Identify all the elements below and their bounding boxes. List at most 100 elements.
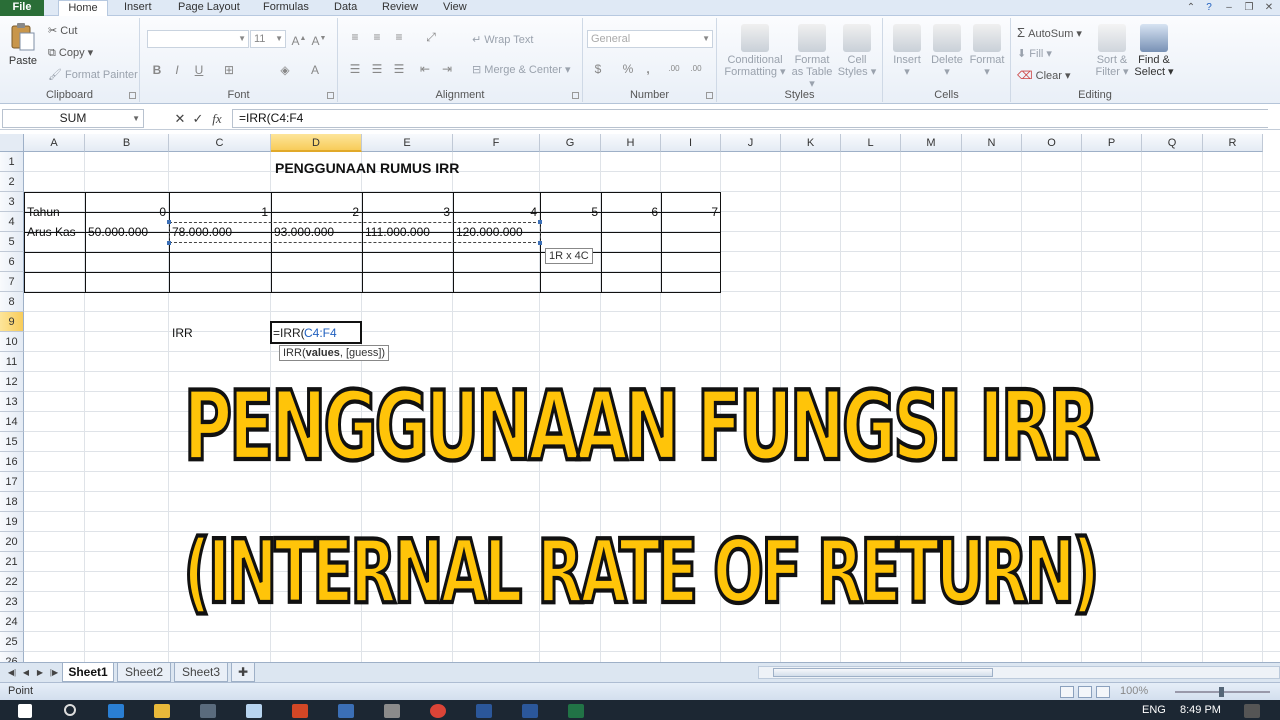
minimize-ribbon-icon[interactable]: ⌃: [1184, 1, 1198, 14]
first-sheet-icon[interactable]: ◀|: [6, 666, 18, 680]
app-icon[interactable]: [246, 704, 262, 718]
alignment-launcher-icon[interactable]: [572, 92, 579, 99]
store-icon[interactable]: [200, 704, 216, 718]
currency-button[interactable]: $: [589, 60, 607, 78]
windows-start-icon[interactable]: [18, 704, 32, 718]
column-header-c[interactable]: C: [169, 134, 271, 152]
wrap-text-button[interactable]: ↵ Wrap Text: [472, 34, 533, 47]
insert-function-button[interactable]: fx: [209, 110, 225, 128]
column-header-l[interactable]: L: [841, 134, 901, 152]
file-explorer-icon[interactable]: [154, 704, 170, 718]
format-cells-button[interactable]: Format ▾: [967, 24, 1007, 78]
row-header-26[interactable]: 26: [0, 652, 24, 662]
publisher-icon[interactable]: [476, 704, 492, 718]
cell-g3[interactable]: 5: [540, 202, 601, 222]
insert-sheet-icon[interactable]: ✚: [231, 663, 255, 682]
align-center-icon[interactable]: ☰: [368, 60, 386, 78]
column-header-g[interactable]: G: [540, 134, 601, 152]
cell-styles-button[interactable]: Cell Styles ▾: [837, 24, 877, 78]
align-middle-icon[interactable]: ≡: [368, 28, 386, 46]
font-name-dropdown[interactable]: ▼: [147, 30, 249, 48]
font-launcher-icon[interactable]: [327, 92, 334, 99]
borders-icon[interactable]: ⊞: [220, 61, 238, 79]
increase-decimal-button[interactable]: .00: [665, 60, 683, 78]
formula-input[interactable]: =IRR(C4:F4: [232, 109, 1268, 128]
cell-c9-irr-label[interactable]: IRR: [169, 323, 196, 343]
last-sheet-icon[interactable]: |▶: [48, 666, 60, 680]
column-header-n[interactable]: N: [962, 134, 1022, 152]
range-handle[interactable]: [167, 241, 171, 245]
column-header-j[interactable]: J: [721, 134, 781, 152]
name-box[interactable]: SUM ▼: [2, 109, 144, 128]
decrease-decimal-button[interactable]: .00: [687, 60, 705, 78]
row-header-25[interactable]: 25: [0, 632, 24, 652]
cut-button[interactable]: ✂ Cut: [48, 25, 77, 38]
chrome-icon[interactable]: [430, 704, 446, 718]
fn-arg-values[interactable]: values: [306, 347, 340, 359]
row-header-4[interactable]: 4: [0, 212, 24, 232]
cell-e3[interactable]: 3: [362, 202, 453, 222]
zoom-level[interactable]: 100%: [1120, 685, 1148, 697]
row-header-18[interactable]: 18: [0, 492, 24, 512]
word-icon[interactable]: [522, 704, 538, 718]
cell-d3[interactable]: 2: [271, 202, 362, 222]
zoom-slider-knob[interactable]: [1219, 687, 1224, 697]
tab-insert[interactable]: Insert: [122, 0, 154, 16]
column-header-o[interactable]: O: [1022, 134, 1082, 152]
row-header-7[interactable]: 7: [0, 272, 24, 292]
align-top-icon[interactable]: ≡: [346, 28, 364, 46]
sheet-tab-sheet2[interactable]: Sheet2: [117, 663, 171, 682]
edge-icon[interactable]: [108, 704, 124, 718]
fill-button[interactable]: ⬇ Fill ▾: [1017, 48, 1052, 61]
delete-cells-button[interactable]: Delete ▾: [927, 24, 967, 78]
cell-b3[interactable]: 0: [85, 202, 169, 222]
close-icon[interactable]: ✕: [1262, 1, 1276, 14]
horizontal-scrollbar[interactable]: [758, 666, 1280, 679]
horizontal-scroll-thumb[interactable]: [773, 668, 993, 677]
clipboard-launcher-icon[interactable]: [129, 92, 136, 99]
cell-a4-arus-kas[interactable]: Arus Kas: [24, 222, 79, 242]
cell-c3[interactable]: 1: [169, 202, 271, 222]
row-header-6[interactable]: 6: [0, 252, 24, 272]
sheet-tab-sheet1[interactable]: Sheet1: [62, 663, 114, 682]
percent-button[interactable]: %: [619, 60, 637, 78]
column-header-a[interactable]: A: [24, 134, 85, 152]
column-header-p[interactable]: P: [1082, 134, 1142, 152]
font-color-button[interactable]: A: [306, 61, 324, 79]
column-header-e[interactable]: E: [362, 134, 453, 152]
prev-sheet-icon[interactable]: ◀: [20, 666, 32, 680]
insert-cells-button[interactable]: Insert ▾: [887, 24, 927, 78]
column-header-b[interactable]: B: [85, 134, 169, 152]
row-header-11[interactable]: 11: [0, 352, 24, 372]
normal-view-icon[interactable]: [1060, 686, 1074, 698]
next-sheet-icon[interactable]: ▶: [34, 666, 46, 680]
row-header-2[interactable]: 2: [0, 172, 24, 192]
number-format-dropdown[interactable]: General ▼: [587, 30, 713, 48]
tab-page-layout[interactable]: Page Layout: [176, 0, 242, 16]
powerpoint-icon[interactable]: [292, 704, 308, 718]
paste-button[interactable]: Paste: [6, 22, 40, 67]
column-header-r[interactable]: R: [1203, 134, 1263, 152]
align-right-icon[interactable]: ☰: [390, 60, 408, 78]
column-header-i[interactable]: I: [661, 134, 721, 152]
grow-font-icon[interactable]: A▲: [290, 30, 308, 48]
minimize-icon[interactable]: –: [1222, 1, 1236, 14]
conditional-formatting-button[interactable]: Conditional Formatting ▾: [723, 24, 787, 78]
help-icon[interactable]: ?: [1202, 1, 1216, 14]
restore-icon[interactable]: ❐: [1242, 1, 1256, 14]
cancel-formula-button[interactable]: ✕: [172, 110, 188, 128]
notifications-icon[interactable]: [1244, 704, 1260, 718]
tab-file[interactable]: File: [0, 0, 44, 16]
merge-center-button[interactable]: ⊟ Merge & Center ▾: [472, 64, 571, 77]
page-layout-view-icon[interactable]: [1078, 686, 1092, 698]
active-cell-d9[interactable]: =IRR( C4:F4: [270, 321, 362, 344]
row-header-3[interactable]: 3: [0, 192, 24, 212]
row-header-9[interactable]: 9: [0, 312, 24, 332]
bold-button[interactable]: B: [148, 61, 166, 79]
tab-data[interactable]: Data: [332, 0, 359, 16]
row-header-8[interactable]: 8: [0, 292, 24, 312]
clear-button[interactable]: ⌫ Clear ▾: [1017, 70, 1071, 83]
language-indicator[interactable]: ENG: [1142, 704, 1166, 716]
increase-indent-icon[interactable]: ⇥: [438, 60, 456, 78]
autosum-button[interactable]: Σ AutoSum ▾: [1017, 26, 1082, 41]
